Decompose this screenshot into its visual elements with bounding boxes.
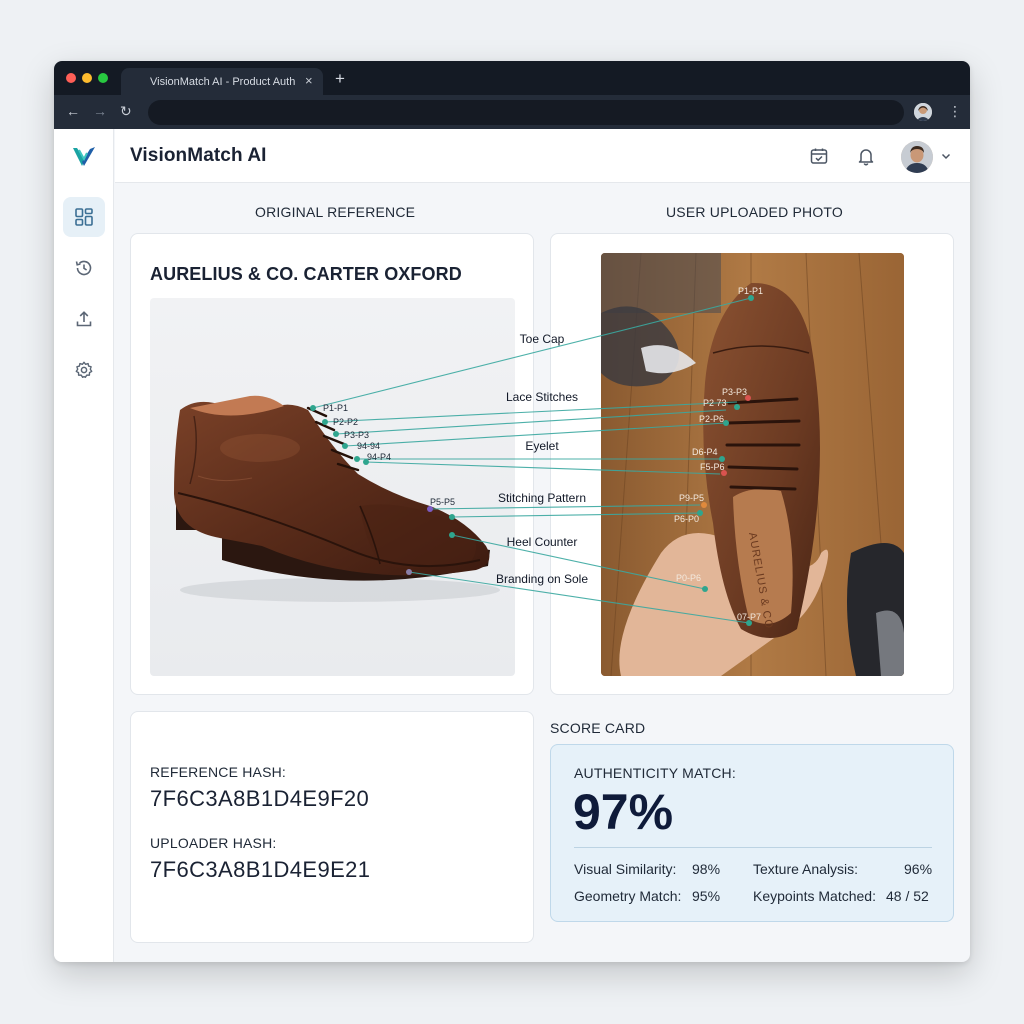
tab-title: VisionMatch AI - Product Auth (150, 76, 296, 88)
calendar-check-icon[interactable] (808, 145, 830, 167)
close-tab-icon[interactable]: × (305, 74, 313, 88)
bell-icon[interactable] (855, 145, 877, 167)
texture-value: 96% (904, 861, 933, 877)
minimize-window-button[interactable] (82, 73, 92, 83)
reference-hash-label: REFERENCE HASH: (150, 764, 287, 780)
logo-icon (71, 144, 97, 170)
tab-strip: VisionMatch AI - Product Auth × + (54, 61, 970, 96)
reference-card: AURELIUS & CO. CARTER OXFORD (130, 233, 534, 695)
hash-card: REFERENCE HASH: 7F6C3A8B1D4E9F20 UPLOADE… (130, 711, 534, 943)
new-tab-button[interactable]: + (335, 70, 345, 87)
upload-card: AURELIUS & CO (550, 233, 954, 695)
score-section-label: SCORE CARD (550, 720, 646, 736)
score-card: AUTHENTICITY MATCH: 97% Visual Similarit… (550, 744, 954, 922)
app-header: VisionMatch AI (115, 129, 970, 183)
forward-icon[interactable]: → (93, 103, 107, 119)
history-icon (75, 260, 92, 276)
address-bar[interactable] (148, 100, 904, 125)
geometry-label: Geometry Match: (574, 888, 682, 904)
keypoints-label: Keypoints Matched: (753, 888, 876, 904)
upload-icon (76, 311, 92, 327)
sidebar (54, 129, 114, 962)
geometry-value: 95% (692, 888, 721, 904)
app-title: VisionMatch AI (130, 145, 267, 166)
reference-shoe-image (174, 395, 500, 602)
sidebar-history-button[interactable] (63, 248, 105, 288)
browser-profile-icon[interactable] (914, 103, 932, 121)
avatar[interactable] (901, 141, 933, 173)
browser-menu-icon[interactable]: ⋮ (948, 103, 962, 119)
maximize-window-button[interactable] (98, 73, 108, 83)
browser-tab[interactable]: VisionMatch AI - Product Auth × (121, 68, 323, 96)
texture-label: Texture Analysis: (753, 861, 859, 877)
product-name: AURELIUS & CO. CARTER OXFORD (150, 264, 462, 284)
authenticity-value: 97% (573, 784, 674, 840)
reference-photo (150, 298, 515, 676)
uploader-hash-value: 7F6C3A8B1D4E9E21 (150, 857, 371, 882)
visual-similarity-label: Visual Similarity: (574, 861, 677, 877)
reload-icon[interactable]: ↻ (120, 103, 132, 119)
score-divider (574, 847, 932, 848)
chevron-down-icon[interactable] (939, 145, 953, 167)
sidebar-dashboard-button[interactable] (63, 197, 105, 237)
dashboard-icon (75, 208, 93, 226)
reference-section-label: ORIGINAL REFERENCE (255, 204, 416, 220)
browser-toolbar: ← → ↻ ⋮ (54, 95, 970, 129)
close-window-button[interactable] (66, 73, 76, 83)
sidebar-settings-button[interactable] (63, 350, 105, 390)
uploaded-shoe-image: AURELIUS & CO (601, 253, 904, 676)
uploader-hash-label: UPLOADER HASH: (150, 835, 277, 851)
browser-window: VisionMatch AI - Product Auth × + ← → ↻ … (54, 61, 970, 962)
reference-hash-value: 7F6C3A8B1D4E9F20 (150, 786, 370, 811)
sidebar-upload-button[interactable] (63, 299, 105, 339)
uploaded-photo: AURELIUS & CO (601, 253, 904, 676)
keypoints-value: 48 / 52 (886, 888, 929, 904)
settings-icon (75, 361, 93, 378)
upload-section-label: USER UPLOADED PHOTO (666, 204, 844, 220)
visual-similarity-value: 98% (692, 861, 721, 877)
back-icon[interactable]: ← (66, 103, 80, 119)
authenticity-label: AUTHENTICITY MATCH: (574, 765, 736, 781)
